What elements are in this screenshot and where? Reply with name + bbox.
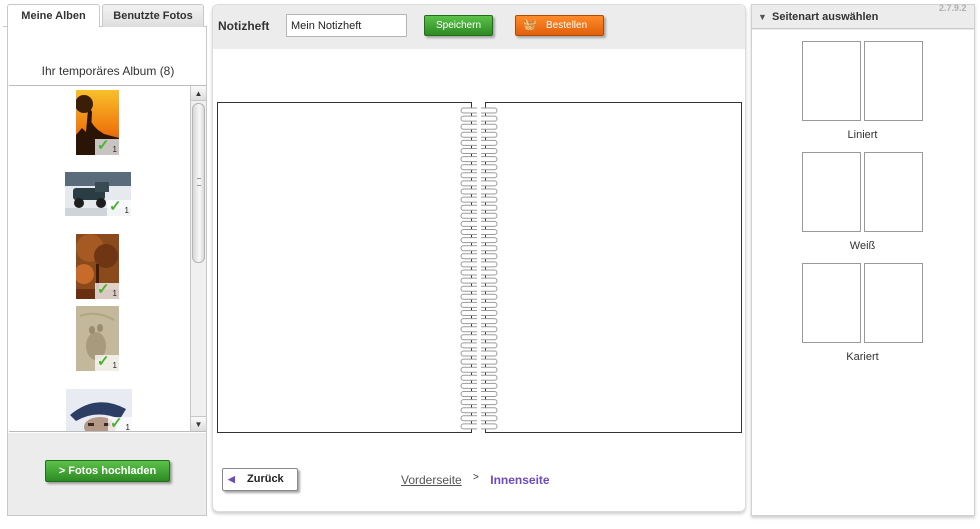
usage-count: 1 bbox=[112, 361, 117, 370]
scroll-up-button[interactable]: ▲ bbox=[191, 86, 206, 101]
album-tabs: Meine Alben Benutzte Fotos bbox=[3, 4, 207, 28]
photo-thumbnail[interactable]: ✓ 1 bbox=[65, 172, 131, 216]
photo-list: ✓ 1 ✓ 1 ✓ 1 ✓ 1 ✓ 1 ▲ ▼ bbox=[9, 85, 206, 432]
photo-thumbnail[interactable]: ✓ 1 bbox=[76, 90, 119, 155]
check-icon: ✓ bbox=[97, 137, 110, 154]
page-type-label: Kariert bbox=[846, 351, 879, 363]
blank-page-right bbox=[864, 152, 923, 232]
editor-panel: Notizheft Speichern 🧺 Bestellen ◀ Zurück… bbox=[212, 4, 746, 512]
lined-page-right bbox=[864, 41, 923, 121]
used-badge: ✓ 1 bbox=[95, 281, 119, 299]
page-type-list: Liniert Weiß Kariert bbox=[752, 30, 974, 515]
page-type-label: Liniert bbox=[847, 129, 878, 141]
usage-count: 1 bbox=[124, 206, 129, 215]
collapse-triangle-icon: ▼ bbox=[758, 12, 767, 22]
scroll-down-button[interactable]: ▼ bbox=[191, 416, 206, 431]
check-icon: ✓ bbox=[109, 198, 122, 215]
check-icon: ✓ bbox=[97, 353, 110, 370]
check-icon: ✓ bbox=[110, 415, 123, 432]
back-button-label: Zurück bbox=[247, 473, 284, 485]
used-badge: ✓ 1 bbox=[95, 353, 119, 371]
order-button-label: Bestellen bbox=[546, 20, 588, 31]
photo-list-scrollbar[interactable]: ▲ ▼ bbox=[190, 86, 206, 431]
spiral-binding-icon bbox=[460, 104, 498, 434]
editor-toolbar: Notizheft Speichern 🧺 Bestellen bbox=[213, 5, 745, 49]
breadcrumb-front-link[interactable]: Vorderseite bbox=[401, 473, 462, 487]
used-badge: ✓ 1 bbox=[107, 198, 131, 216]
save-button[interactable]: Speichern bbox=[424, 15, 493, 36]
notebook-right-page[interactable] bbox=[485, 102, 742, 433]
photo-thumbnail[interactable]: ✓ 1 bbox=[76, 306, 119, 371]
upload-photos-button[interactable]: > Fotos hochladen bbox=[45, 460, 170, 482]
notebook-left-page[interactable] bbox=[217, 102, 472, 433]
album-panel: Meine Alben Benutzte Fotos Ihr temporäre… bbox=[3, 4, 207, 516]
grid-preview bbox=[802, 263, 923, 343]
page-type-blank[interactable]: Weiß bbox=[802, 152, 923, 252]
notebook-label: Notizheft bbox=[218, 19, 270, 33]
used-badge: ✓ 1 bbox=[95, 137, 119, 155]
basket-icon: 🧺 bbox=[523, 19, 537, 31]
usage-count: 1 bbox=[112, 145, 117, 154]
back-button[interactable]: ◀ Zurück bbox=[222, 468, 298, 491]
scroll-thumb[interactable] bbox=[192, 103, 205, 263]
breadcrumb-inner-current: Innenseite bbox=[490, 473, 550, 487]
tab-my-albums[interactable]: Meine Alben bbox=[7, 4, 100, 28]
blank-preview bbox=[802, 152, 923, 232]
breadcrumb-separator: > bbox=[473, 472, 479, 483]
order-button[interactable]: 🧺 Bestellen bbox=[515, 15, 604, 36]
page-type-title: Seitenart auswählen bbox=[772, 11, 879, 23]
photo-thumbnail[interactable]: ✓ 1 bbox=[66, 389, 132, 432]
album-body: Ihr temporäres Album (8) ✓ 1 ✓ 1 ✓ 1 ✓ 1… bbox=[7, 27, 207, 516]
page-breadcrumb: Vorderseite > Innenseite bbox=[401, 472, 550, 487]
used-badge: ✓ 1 bbox=[108, 415, 132, 432]
page-type-lined[interactable]: Liniert bbox=[802, 41, 923, 141]
usage-count: 1 bbox=[125, 423, 130, 432]
page-type-grid[interactable]: Kariert bbox=[802, 263, 923, 363]
photo-thumbnail[interactable]: ✓ 1 bbox=[76, 234, 119, 299]
check-icon: ✓ bbox=[97, 281, 110, 298]
lined-page-left bbox=[802, 41, 861, 121]
notebook-name-input[interactable] bbox=[286, 14, 407, 37]
grid-page-left bbox=[802, 263, 861, 343]
usage-count: 1 bbox=[112, 289, 117, 298]
lined-preview bbox=[802, 41, 923, 121]
album-title: Ihr temporäres Album (8) bbox=[41, 64, 175, 78]
tab-used-photos[interactable]: Benutzte Fotos bbox=[102, 4, 204, 27]
grid-page-right bbox=[864, 263, 923, 343]
back-arrow-icon: ◀ bbox=[228, 474, 235, 484]
page-type-label: Weiß bbox=[849, 240, 876, 252]
version-label: 2.7.9.2 bbox=[939, 3, 967, 13]
blank-page-left bbox=[802, 152, 861, 232]
page-type-panel: ▼ Seitenart auswählen Liniert Weiß Karie… bbox=[751, 4, 975, 516]
